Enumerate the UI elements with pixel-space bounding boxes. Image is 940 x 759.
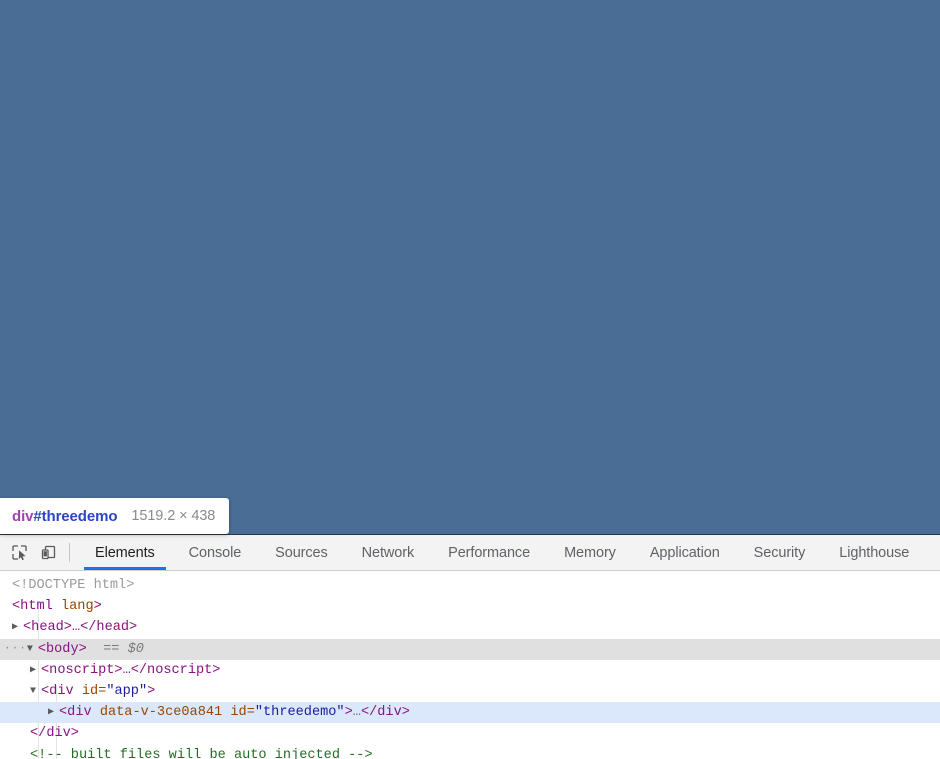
tab-application[interactable]: Application (633, 535, 737, 570)
tooltip-node-id: #threedemo (33, 507, 118, 525)
dom-tree[interactable]: <!DOCTYPE html> <html lang> ▶ <head>…</he… (0, 571, 940, 759)
devtools-screenshot: div #threedemo 1519.2 × 438 Elements Con… (0, 0, 940, 759)
element-inspector-tooltip: div #threedemo 1519.2 × 438 (0, 498, 230, 534)
tab-console-label: Console (188, 544, 242, 561)
tab-network-label: Network (361, 544, 415, 561)
div-demo-close-tag: </div> (360, 705, 410, 721)
div-demo-children-ellipsis[interactable]: … (353, 705, 361, 720)
chevron-right-icon[interactable]: ▶ (48, 702, 59, 723)
div-app-tag: <div (41, 683, 74, 699)
toolbar-divider (69, 543, 70, 562)
devtools-tab-list: Elements Console Sources Network Perform… (78, 535, 940, 570)
tab-sources-label: Sources (275, 544, 328, 561)
tab-network[interactable]: Network (345, 535, 431, 570)
tooltip-tag-name: div (12, 507, 34, 525)
devtools-panel: Elements Console Sources Network Perform… (0, 534, 940, 759)
html-tag-close: > (93, 599, 102, 615)
div-demo-gt: > (344, 705, 353, 721)
tab-performance-label: Performance (448, 544, 531, 561)
tab-sources[interactable]: Sources (258, 535, 345, 570)
tab-lighthouse[interactable]: Lighthouse (822, 535, 926, 570)
dom-row-body[interactable]: ···▼ <body> == $0 (0, 638, 940, 660)
div-demo-tag: <div (59, 705, 92, 721)
device-toolbar-button[interactable] (34, 535, 63, 570)
node-badge-ellipsis[interactable]: ··· (4, 639, 27, 660)
tab-elements[interactable]: Elements (78, 535, 172, 570)
body-tag: <body> (37, 641, 87, 657)
noscript-node-text: <noscript>…</noscript> (41, 662, 221, 678)
tab-memory-label: Memory (564, 544, 616, 561)
tab-lighthouse-label: Lighthouse (839, 544, 910, 561)
html-attr-lang: lang (60, 599, 94, 615)
comment-text: <!-- built files will be auto injected -… (30, 747, 373, 759)
dom-row-doctype[interactable]: <!DOCTYPE html> (0, 575, 940, 596)
tab-performance[interactable]: Performance (431, 535, 547, 570)
tab-security[interactable]: Security (737, 535, 823, 570)
chevron-right-icon[interactable]: ▶ (30, 660, 41, 681)
tab-console[interactable]: Console (172, 535, 259, 570)
tab-elements-label: Elements (95, 544, 155, 561)
tab-application-label: Application (649, 544, 720, 561)
chevron-right-icon[interactable]: ▶ (12, 617, 23, 638)
div-demo-attr-scope: data-v-3ce0a841 (99, 705, 223, 721)
dom-row-div-app-close[interactable]: </div> (0, 723, 940, 744)
div-app-attr-id-value: "app" (106, 683, 148, 699)
div-demo-attr-id: id (230, 705, 247, 721)
dom-row-head[interactable]: ▶ <head>…</head> (0, 617, 940, 638)
div-app-closing-tag: </div> (30, 726, 79, 742)
tab-memory[interactable]: Memory (547, 535, 633, 570)
tab-vue[interactable]: V (926, 535, 940, 570)
tooltip-dimensions: 1519.2 × 438 (131, 508, 216, 524)
div-app-gt: > (147, 683, 156, 699)
div-demo-attr-id-value: "threedemo" (254, 705, 345, 721)
inspect-element-button[interactable] (5, 535, 34, 570)
chevron-down-icon[interactable]: ▼ (30, 681, 41, 702)
dom-row-div-threedemo[interactable]: ▶ <div data-v-3ce0a841 id="threedemo">…</… (0, 702, 940, 724)
doctype-text: <!DOCTYPE html> (12, 578, 135, 593)
tab-security-label: Security (753, 544, 806, 561)
dom-row-comment[interactable]: <!-- built files will be auto injected -… (0, 745, 940, 759)
div-app-attr-id: id (81, 683, 99, 699)
head-node-text: <head>…</head> (23, 620, 138, 636)
chevron-down-icon[interactable]: ▼ (27, 639, 38, 660)
devtools-toolbar: Elements Console Sources Network Perform… (0, 535, 940, 571)
inspect-element-icon (11, 544, 28, 561)
device-toolbar-icon (40, 544, 57, 561)
dom-row-div-app[interactable]: ▼ <div id="app"> (0, 681, 940, 702)
dom-row-html[interactable]: <html lang> (0, 596, 940, 617)
body-console-reference: == $0 (103, 641, 144, 657)
html-tag-open: <html (12, 599, 53, 615)
page-viewport[interactable] (0, 0, 940, 534)
dom-row-noscript[interactable]: ▶ <noscript>…</noscript> (0, 660, 940, 681)
